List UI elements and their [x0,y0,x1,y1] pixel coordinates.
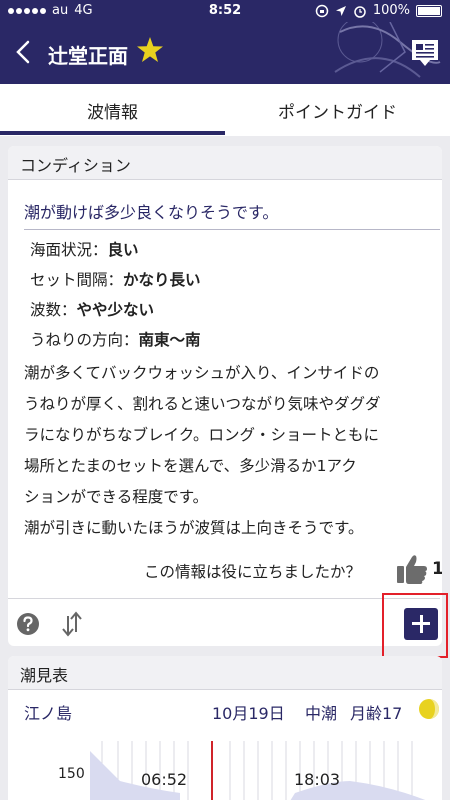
swell-direction-row: うねりの方向：南東〜南 [30,331,201,349]
high-tide-time-2: 18:03 [294,770,341,789]
rotation-lock-icon [315,4,329,17]
status-bar: au 4G 8:52 100% [0,0,450,22]
tide-type: 中潮 [305,704,338,723]
tab-bar: 波情報 ポイントガイド [0,84,450,136]
sort-arrows-icon[interactable] [60,610,84,638]
condition-summary: 潮が動けば多少良くなりそうです。 [24,199,440,230]
tide-location[interactable]: 江ノ島 [24,700,72,724]
wave-count-row: 波数：やや少ない [30,301,155,319]
tide-header: 潮見表 [8,656,442,690]
help-icon[interactable] [16,612,40,636]
condition-description-2: 潮が引きに動いたほうが波質は上向きそうです。 [24,519,364,537]
alarm-icon [354,5,366,18]
helpful-question: この情報は役に立ちましたか？ [144,563,362,581]
battery-icon [416,4,442,17]
active-tab-indicator [0,131,225,135]
star-icon[interactable] [136,36,164,64]
news-icon[interactable] [410,38,440,68]
page-title: 辻堂正面 [48,44,128,68]
condition-description: 潮が多くてバックウォッシュが入り、インサイドの うねりが厚く、割れると速いつなが… [24,364,381,506]
highlight-box [382,593,448,658]
tab-point-guide[interactable]: ポイントガイド [225,84,450,136]
set-interval-row: セット間隔：かなり長い [30,271,201,289]
tide-card: 潮見表 江ノ島 10月19日 中潮 月齢17 150 06:52 18:03 [8,656,442,800]
back-arrow-icon[interactable] [10,36,38,68]
tab-wave-info[interactable]: 波情報 [0,84,225,136]
condition-header: コンディション [8,146,442,180]
battery-percent: 100% [372,3,410,18]
sea-state-row: 海面状況：良い [30,241,139,259]
location-arrow-icon [335,5,346,16]
helpful-count: 1 [432,559,442,579]
tide-date: 10月19日 [212,704,285,723]
condition-card: コンディション 潮が動けば多少良くなりそうです。 海面状況：良い セット間隔：か… [8,146,442,646]
high-tide-time-1: 06:52 [141,770,188,789]
moon-phase-icon [419,699,439,719]
status-right: 100% [315,3,442,18]
thumbs-up-icon[interactable] [395,553,429,585]
card-divider [8,598,440,599]
moon-age: 月齢17 [350,704,403,723]
tide-y-label: 150 [58,766,85,782]
navigation-bar: 辻堂正面 [0,22,450,84]
